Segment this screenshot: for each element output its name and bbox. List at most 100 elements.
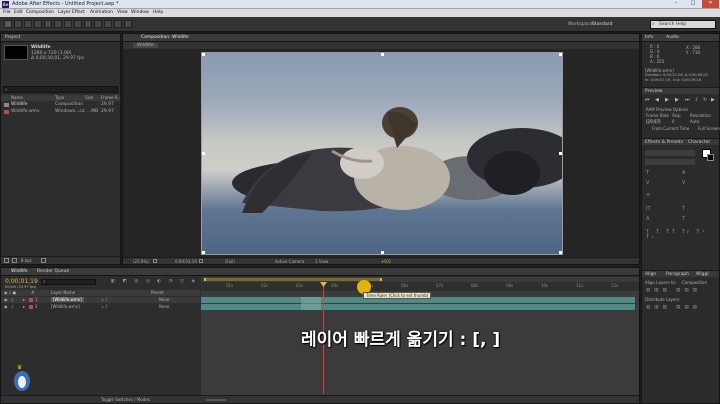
audio-icon[interactable]: ♪	[11, 304, 14, 309]
camera-dropdown[interactable]: Active Camera	[275, 259, 304, 264]
loop-icon[interactable]: ↻	[703, 97, 707, 103]
resolution-preview-dropdown[interactable]: Auto	[690, 119, 699, 124]
switch-icons[interactable]: ⊥ /	[101, 297, 107, 302]
zoom-slider[interactable]	[206, 399, 226, 401]
font-style-dropdown[interactable]	[645, 159, 695, 165]
tab-render-queue[interactable]: Render Queue	[37, 269, 69, 274]
hand-tool-button[interactable]	[14, 20, 22, 28]
expand-icon[interactable]: ▸	[23, 297, 25, 302]
prev-frame-icon[interactable]: ◀	[655, 97, 659, 103]
ram-preview-options[interactable]: RAM Preview Options	[646, 107, 688, 112]
transform-handle[interactable]	[559, 152, 562, 155]
column-name[interactable]: Name	[11, 95, 23, 100]
transform-handle[interactable]	[559, 53, 562, 56]
last-frame-icon[interactable]: ⏭	[685, 97, 690, 103]
list-item[interactable]: Wildlife.wmv Windows...ca ...MB 29.97	[1, 109, 120, 115]
time-ruler[interactable]: 01s 02s 03s 04s 05s 06s 07s 08s 09s 10s …	[201, 282, 639, 291]
parent-dropdown[interactable]: None	[159, 304, 169, 309]
tab-project[interactable]: Project	[5, 35, 20, 40]
layer-color-label[interactable]	[29, 305, 33, 309]
align-buttons[interactable]: ▥▥▥ ▤▤▤	[646, 288, 716, 293]
font-dropdown[interactable]	[645, 150, 695, 156]
mask-tool-button[interactable]	[64, 20, 72, 28]
faux-style-buttons[interactable]: T T TT Tr T¹ T₁	[646, 230, 714, 240]
clone-tool-button[interactable]	[104, 20, 112, 28]
work-area-bar[interactable]	[204, 278, 382, 281]
trash-icon[interactable]	[41, 258, 46, 263]
tab-character[interactable]: Character	[688, 140, 710, 145]
timeline-timecode[interactable]: 0;00;01;19	[5, 278, 38, 285]
rotate-tool-button[interactable]	[34, 20, 42, 28]
column-layer-name[interactable]: Layer Name	[51, 290, 75, 295]
column-parent[interactable]: Parent	[151, 290, 164, 295]
tab-align[interactable]: Align	[645, 272, 656, 277]
next-frame-icon[interactable]: ▶	[675, 97, 679, 103]
tab-wildlife-timeline[interactable]: Wildlife	[11, 269, 28, 274]
eye-icon[interactable]: ◉	[4, 297, 8, 302]
ram-preview-icon[interactable]: ▶	[711, 97, 715, 103]
tab-audio[interactable]: Audio	[666, 35, 679, 40]
tab-wildlife[interactable]: Wildlife	[133, 43, 158, 48]
from-current-checkbox[interactable]: From Current Time	[652, 126, 689, 131]
column-frame-rate[interactable]: Frame R...	[101, 95, 121, 100]
pen-tool-button[interactable]	[74, 20, 82, 28]
tab-info[interactable]: Info	[645, 35, 654, 40]
frame-rate-dropdown[interactable]: (29.97)	[646, 119, 661, 124]
transform-handle[interactable]	[381, 251, 384, 254]
expand-icon[interactable]: ▸	[23, 304, 25, 309]
column-type[interactable]: Type	[55, 95, 64, 100]
views-dropdown[interactable]: 1 View	[315, 259, 328, 264]
comp-timecode[interactable]: 0;00;01;19	[175, 259, 197, 264]
menu-window[interactable]: Window	[131, 10, 149, 15]
timeline-search-input[interactable]: ⌕	[41, 279, 96, 285]
play-icon[interactable]: ▶	[665, 97, 669, 103]
tab-paragraph[interactable]: Paragraph	[666, 272, 689, 277]
menu-layer[interactable]: Layer	[58, 10, 71, 15]
layer-name[interactable]: [Wildlife.wmv]	[51, 304, 80, 309]
first-frame-icon[interactable]: ⏮	[645, 97, 650, 103]
close-button[interactable]: ✕	[702, 0, 719, 8]
layer-name[interactable]: [Wildlife.wmv]	[51, 297, 84, 302]
search-help-input[interactable]: ⌕ Search Help	[650, 20, 716, 29]
full-screen-checkbox[interactable]: Full Screen	[698, 126, 720, 131]
tab-composition[interactable]: Composition: Wildlife	[141, 35, 189, 40]
eraser-tool-button[interactable]	[114, 20, 122, 28]
grid-icon[interactable]	[153, 259, 157, 263]
table-row[interactable]: ◉ ♪ ▸ 2 [Wildlife.wmv] ⊥ / None	[1, 304, 200, 310]
exposure-value[interactable]: +0.0	[381, 259, 391, 264]
eye-icon[interactable]: ◉	[4, 304, 8, 309]
maximize-button[interactable]: □	[685, 0, 701, 8]
interpret-footage-icon[interactable]	[4, 258, 9, 263]
menu-composition[interactable]: Composition	[26, 10, 54, 15]
minimize-button[interactable]: –	[668, 0, 684, 8]
menu-animation[interactable]: Animation	[90, 10, 113, 15]
distribute-buttons[interactable]: ▥▥▥ ▤▤▤	[646, 305, 716, 310]
stroke-color-swatch[interactable]	[707, 154, 714, 161]
tab-preview[interactable]: Preview	[645, 89, 663, 94]
tab-wiggler[interactable]: Wiggl	[696, 272, 709, 277]
align-to-dropdown[interactable]: Composition	[682, 280, 707, 285]
tab-effects-presets[interactable]: Effects & Presets	[645, 140, 683, 145]
selection-tool-button[interactable]	[4, 20, 12, 28]
list-item[interactable]: Wildlife Composition 29.97	[1, 102, 120, 108]
audio-icon[interactable]: ♪	[695, 97, 698, 103]
audio-icon[interactable]: ♪	[11, 297, 14, 302]
timeline-switch-icons[interactable]: ◧ ◩ ◍ ◎ ◐ ◔ ◰ ◈	[111, 279, 199, 285]
parent-dropdown[interactable]: None	[159, 297, 169, 302]
menu-effect[interactable]: Effect	[72, 10, 85, 15]
project-search-input[interactable]: ⌕	[3, 86, 118, 93]
column-size[interactable]: Size	[85, 95, 93, 100]
skip-dropdown[interactable]: 0	[672, 119, 675, 124]
menu-view[interactable]: View	[117, 10, 128, 15]
transform-handle[interactable]	[202, 152, 205, 155]
transform-handle[interactable]	[202, 251, 205, 254]
layer-bar[interactable]	[201, 304, 635, 310]
snapshot-icon[interactable]	[199, 259, 203, 263]
zoom-tool-button[interactable]	[24, 20, 32, 28]
pan-behind-tool-button[interactable]	[54, 20, 62, 28]
puppet-tool-button[interactable]	[124, 20, 132, 28]
transform-handle[interactable]	[559, 251, 562, 254]
transform-handle[interactable]	[202, 53, 205, 56]
menu-edit[interactable]: Edit	[14, 10, 23, 15]
new-folder-icon[interactable]	[12, 258, 17, 263]
